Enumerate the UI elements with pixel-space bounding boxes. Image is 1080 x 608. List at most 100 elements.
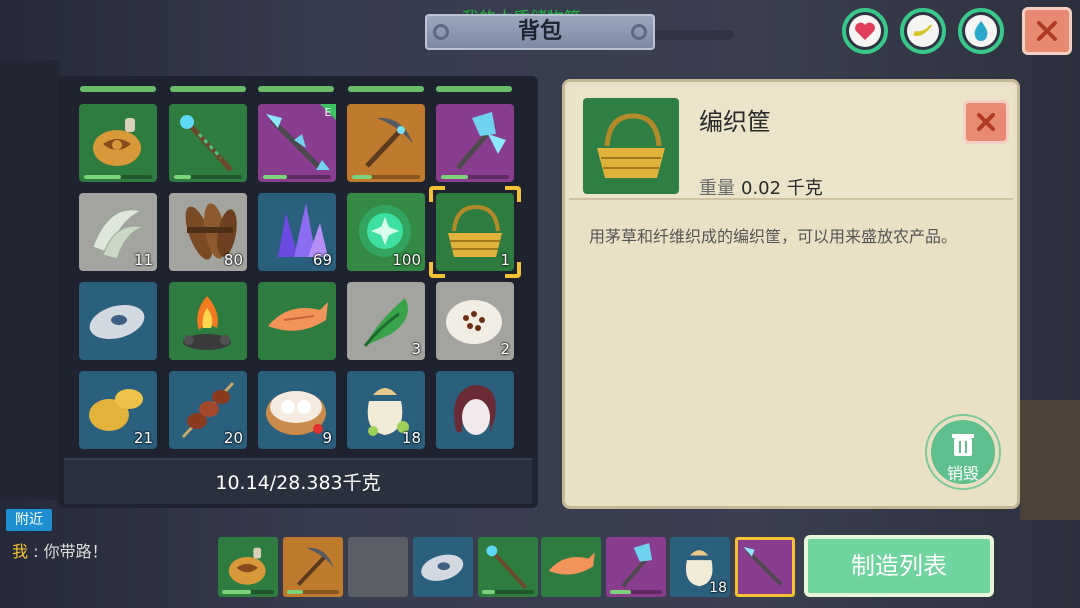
close-icon [1037, 21, 1057, 41]
column-durability-bar [348, 86, 424, 92]
inventory-weight: 10.14/28.383千克 [64, 458, 532, 504]
crystal-spear-icon [743, 546, 783, 586]
durability-bar [222, 590, 274, 594]
item-detail-panel: 编织筐 重量 0.02 千克 用茅草和纤维织成的编织筐，可以用来盛放农产品。 销毁 [562, 79, 1020, 509]
item-weight-value: 0.02 千克 [741, 178, 823, 199]
inventory-slot[interactable]: E [258, 104, 336, 182]
magic-staff-icon [180, 115, 233, 172]
inventory-slot[interactable]: 100 [347, 193, 425, 271]
chat-message: 我 : 你带路！ [12, 538, 108, 562]
crafting-list-button[interactable]: 制造列表 [804, 535, 994, 597]
inventory-slot[interactable] [169, 104, 247, 182]
heart-icon [855, 22, 875, 40]
inventory-slot[interactable]: 18 [347, 371, 425, 449]
inventory-slot[interactable] [436, 371, 514, 449]
magic-staff-icon [486, 545, 528, 590]
item-name: 编织筐 [699, 108, 771, 136]
hotbar-slot-selected[interactable] [735, 537, 795, 597]
hotbar-slot[interactable] [541, 537, 601, 597]
item-count: 18 [401, 429, 421, 447]
stone-disc-icon [421, 554, 464, 581]
item-detail-header: 编织筐 重量 0.02 千克 [569, 86, 1013, 200]
column-durability-bar [80, 86, 156, 92]
roasted-fish-icon [268, 302, 328, 331]
selection-frame [429, 186, 521, 278]
thirst-button[interactable] [958, 8, 1004, 54]
item-count: 100 [392, 251, 421, 269]
hunger-button[interactable] [900, 8, 946, 54]
inventory-slot[interactable]: 9 [258, 371, 336, 449]
detail-close-button[interactable] [963, 100, 1009, 144]
water-flask-icon [228, 547, 266, 585]
item-detail-image [583, 98, 679, 194]
woven-basket-icon [597, 113, 665, 178]
column-durability-bar [436, 86, 512, 92]
pickaxe-icon [296, 547, 334, 587]
chat-channel-tag[interactable]: 附近 [6, 509, 52, 531]
item-count: 18 [709, 580, 727, 596]
item-count: 80 [223, 251, 243, 269]
inventory-slot[interactable] [169, 282, 247, 360]
destroy-button[interactable]: 销毁 [927, 416, 999, 488]
durability-bar [441, 175, 509, 179]
water-drop-icon [974, 21, 988, 41]
inventory-slot[interactable] [79, 104, 157, 182]
crystal-axe-icon [456, 112, 506, 170]
roasted-fish-icon [548, 552, 595, 575]
hotbar-slot[interactable] [283, 537, 343, 597]
column-durability-bar [258, 86, 334, 92]
hotbar-slot[interactable] [413, 537, 473, 597]
hotbar-slot[interactable] [478, 537, 538, 597]
item-count: 2 [500, 340, 510, 358]
crystal-axe-icon [621, 543, 653, 588]
inventory-slot[interactable]: 3 [347, 282, 425, 360]
item-weight: 重量 0.02 千克 [699, 174, 823, 200]
health-button[interactable] [842, 8, 888, 54]
inventory-slot[interactable]: 11 [79, 193, 157, 271]
close-button[interactable] [1022, 7, 1072, 55]
durability-bar [352, 175, 420, 179]
hotbar-slot[interactable] [606, 537, 666, 597]
campfire-icon [183, 296, 231, 350]
item-count: 9 [322, 429, 332, 447]
stamina-icon [913, 24, 932, 36]
durability-bar [84, 175, 152, 179]
stone-disc-icon [89, 304, 145, 340]
inventory-slot[interactable] [347, 104, 425, 182]
close-icon [977, 113, 995, 131]
item-weight-label: 重量 [699, 178, 735, 199]
durability-bar [287, 590, 339, 594]
durability-bar [174, 175, 242, 179]
hotbar-slot[interactable]: 18 [670, 537, 730, 597]
inventory-slot[interactable]: 69 [258, 193, 336, 271]
page-title: 背包 [517, 19, 562, 44]
item-count: 11 [133, 251, 153, 269]
pickaxe-icon [365, 117, 413, 168]
inventory-slot[interactable]: 20 [169, 371, 247, 449]
destroy-label: 销毁 [946, 464, 979, 483]
item-description: 用茅草和纤维织成的编织筐，可以用来盛放农产品。 [589, 227, 958, 246]
crafting-list-label: 制造列表 [851, 552, 947, 580]
crystal-spear-icon: E [266, 104, 336, 170]
title-banner: 背包 [425, 14, 655, 50]
inventory-slot[interactable] [79, 282, 157, 360]
hair-wig-icon [454, 385, 496, 435]
durability-bar [482, 590, 534, 594]
banner-ornament-icon [433, 24, 449, 40]
inventory-slot[interactable] [436, 104, 514, 182]
inventory-slot[interactable]: 80 [169, 193, 247, 271]
inventory-slot[interactable]: 2 [436, 282, 514, 360]
inventory-slot[interactable]: 21 [79, 371, 157, 449]
chat-speaker: 我 [12, 542, 29, 561]
hotbar-slot-empty[interactable] [348, 537, 408, 597]
banner-ornament-icon [631, 24, 647, 40]
item-count: 69 [312, 251, 332, 269]
inventory-slot[interactable] [258, 282, 336, 360]
durability-bar [610, 590, 662, 594]
durability-bar [263, 175, 331, 179]
chat-separator: : [28, 542, 44, 561]
item-count: 3 [411, 340, 421, 358]
hotbar-slot[interactable] [218, 537, 278, 597]
item-count: 21 [133, 429, 153, 447]
weight-text: 10.14/28.383千克 [215, 472, 381, 494]
